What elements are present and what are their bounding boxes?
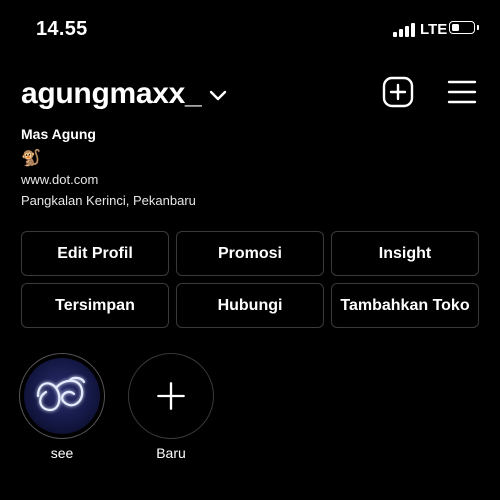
new-post-icon[interactable] xyxy=(382,76,414,108)
glow-logo-icon xyxy=(36,376,86,412)
highlight-see[interactable] xyxy=(19,353,105,439)
edit-profile-button[interactable]: Edit Profil xyxy=(21,231,169,276)
new-highlight-button[interactable] xyxy=(128,353,214,439)
display-name: Mas Agung xyxy=(21,126,96,142)
username: agungmaxx_ xyxy=(21,77,202,110)
highlight-label-see: see xyxy=(50,445,74,461)
location-text: Pangkalan Kerinci, Pekanbaru xyxy=(21,193,196,208)
battery-fill xyxy=(452,24,459,31)
status-time: 14.55 xyxy=(36,18,88,40)
plus-icon xyxy=(157,382,185,410)
battery-icon xyxy=(449,21,475,34)
battery-tip xyxy=(477,25,479,30)
contact-button[interactable]: Hubungi xyxy=(176,283,324,328)
promote-button[interactable]: Promosi xyxy=(176,231,324,276)
signal-icon xyxy=(393,23,415,37)
add-shop-button[interactable]: Tambahkan Toko xyxy=(331,283,479,328)
highlight-cover xyxy=(24,358,100,434)
network-type: LTE xyxy=(420,21,448,38)
highlight-label-new: Baru xyxy=(156,445,186,461)
insights-button[interactable]: Insight xyxy=(331,231,479,276)
status-bar: 14.55 LTE xyxy=(0,0,500,60)
saved-button[interactable]: Tersimpan xyxy=(21,283,169,328)
menu-icon[interactable] xyxy=(447,79,477,105)
chevron-down-icon xyxy=(210,90,227,101)
website-link[interactable]: www.dot.com xyxy=(21,172,98,187)
account-switcher[interactable]: agungmaxx_ xyxy=(21,76,227,112)
bio-emoji: 🐒 xyxy=(21,150,41,167)
